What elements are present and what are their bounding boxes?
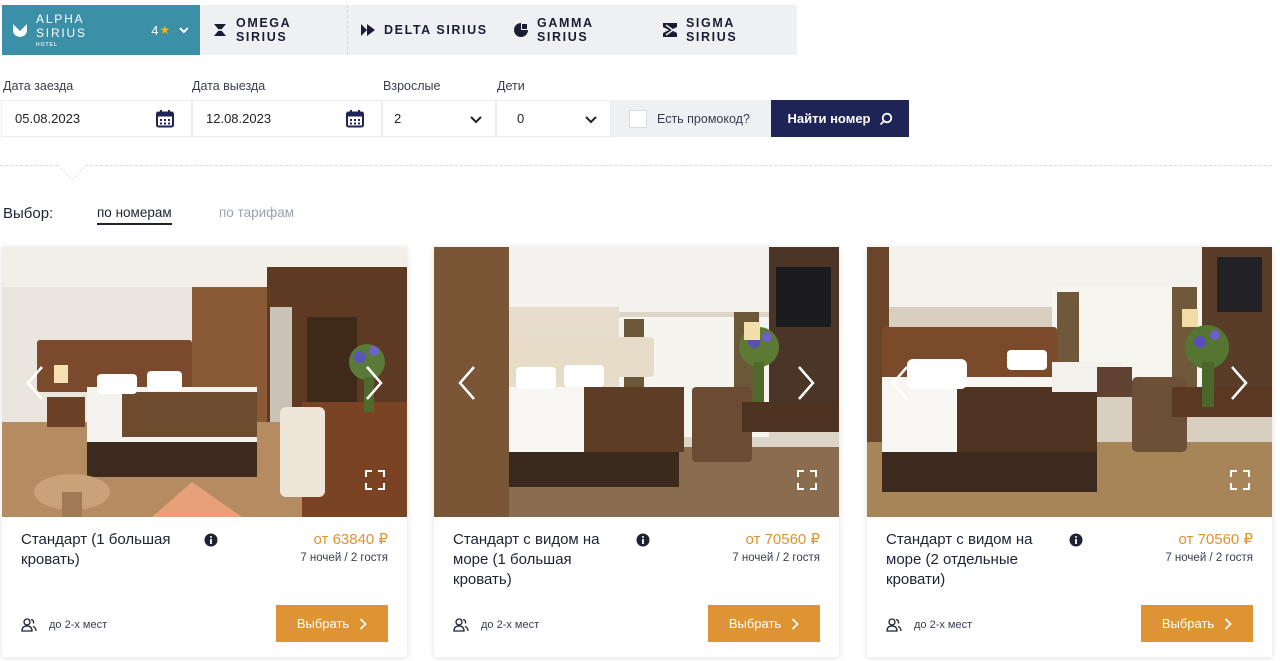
promo-checkbox-box[interactable] <box>629 109 647 128</box>
hotel-stars: 4 ★ <box>151 23 170 38</box>
room-price: от 70560 ₽ <box>1178 531 1253 548</box>
fullscreen-icon[interactable] <box>1229 469 1251 491</box>
children-select[interactable]: 0 <box>496 100 611 137</box>
checkout-label: Дата выезда <box>192 79 266 93</box>
select-label: Выбрать <box>296 616 350 631</box>
select-label: Выбрать <box>728 616 782 631</box>
room-capacity: до 2-х мест <box>886 617 972 633</box>
hotel-sub: HOTEL <box>36 42 58 48</box>
tab-label: OMEGA SIRIUS <box>236 16 291 44</box>
delta-logo-icon <box>361 24 375 36</box>
alpha-logo-icon <box>13 24 27 37</box>
chevron-right-icon <box>792 617 799 630</box>
room-title: Стандарт (1 большая кровать) <box>21 531 171 568</box>
select-room-button[interactable]: Выбрать <box>1141 605 1253 642</box>
chevron-down-icon <box>470 115 482 123</box>
divider-notch <box>58 165 86 181</box>
tab-by-rates[interactable]: по тарифам <box>219 205 294 220</box>
arrow-left-icon[interactable] <box>24 365 46 401</box>
guests-icon <box>886 618 902 632</box>
room-price: от 70560 ₽ <box>745 531 820 548</box>
gamma-logo-icon <box>514 23 528 37</box>
room-capacity: до 2-х мест <box>453 617 539 633</box>
capacity-label: до 2-х мест <box>914 619 973 631</box>
info-icon[interactable] <box>204 533 218 547</box>
tab-omega-sirius[interactable]: OMEGA SIRIUS <box>200 5 347 55</box>
room-capacity: до 2-х мест <box>21 617 107 633</box>
adults-label: Взрослые <box>383 79 441 93</box>
adults-select[interactable]: 2 <box>382 100 496 137</box>
checkin-field[interactable]: 05.08.2023 <box>1 100 192 137</box>
section-divider <box>0 165 1272 166</box>
capacity-label: до 2-х мест <box>481 619 540 631</box>
room-title: Стандарт с видом на море (1 большая кров… <box>453 531 600 588</box>
chevron-right-icon <box>1225 617 1232 630</box>
chevron-down-icon[interactable] <box>178 24 190 36</box>
select-room-button[interactable]: Выбрать <box>708 605 820 642</box>
find-room-button[interactable]: Найти номер <box>771 100 909 137</box>
arrow-right-icon[interactable] <box>795 365 817 401</box>
capacity-label: до 2-х мест <box>49 619 108 631</box>
tab-by-rooms[interactable]: по номерам <box>97 205 172 225</box>
omega-logo-icon <box>214 24 226 36</box>
room-photo[interactable] <box>867 247 1272 517</box>
arrow-left-icon[interactable] <box>889 365 911 401</box>
room-photo-image <box>2 247 407 517</box>
star-icon: ★ <box>159 23 171 37</box>
chevron-right-icon <box>360 617 367 630</box>
room-card: Стандарт с видом на море (2 отдельные кр… <box>867 247 1272 657</box>
calendar-icon[interactable] <box>345 109 365 129</box>
room-photo-image <box>867 247 1272 517</box>
tab-gamma-sirius[interactable]: GAMMA SIRIUS <box>501 5 650 55</box>
room-nights: 7 ночей / 2 гостя <box>732 552 820 564</box>
arrow-right-icon[interactable] <box>1228 365 1250 401</box>
fullscreen-icon[interactable] <box>796 469 818 491</box>
promo-checkbox[interactable]: Есть промокод? <box>611 100 771 137</box>
info-icon[interactable] <box>636 533 650 547</box>
search-icon <box>879 112 892 125</box>
find-room-label: Найти номер <box>787 111 871 126</box>
checkout-value: 12.08.2023 <box>206 111 272 126</box>
adults-value: 2 <box>394 111 402 126</box>
guests-icon <box>21 618 37 632</box>
tab-delta-sirius[interactable]: DELTA SIRIUS <box>348 5 501 55</box>
room-photo-image <box>434 247 839 517</box>
room-nights: 7 ночей / 2 гостя <box>300 552 388 564</box>
tab-alpha-sirius[interactable]: ALPHA SIRIUS HOTEL 4 ★ <box>2 5 200 55</box>
info-icon[interactable] <box>1069 533 1083 547</box>
stars-count: 4 <box>151 22 159 38</box>
select-label: Выбрать <box>1161 616 1215 631</box>
guests-icon <box>453 618 469 632</box>
room-photo[interactable] <box>434 247 839 517</box>
room-title: Стандарт с видом на море (2 отдельные кр… <box>886 531 1033 588</box>
checkout-field[interactable]: 12.08.2023 <box>192 100 382 137</box>
checkin-value: 05.08.2023 <box>15 111 81 126</box>
room-card: Стандарт (1 большая кровать) от 63840 ₽ … <box>2 247 407 657</box>
promo-label: Есть промокод? <box>657 111 750 126</box>
children-value: 0 <box>517 111 525 126</box>
select-room-button[interactable]: Выбрать <box>276 605 388 642</box>
hotel-tabs: ALPHA SIRIUS HOTEL 4 ★ OMEGA SIRIUS DELT… <box>2 5 797 55</box>
room-nights: 7 ночей / 2 гостя <box>1165 552 1253 564</box>
sigma-logo-icon <box>663 23 677 37</box>
tab-sigma-sirius[interactable]: SIGMA SIRIUS <box>650 5 797 55</box>
calendar-icon[interactable] <box>155 109 175 129</box>
tab-label: DELTA SIRIUS <box>384 23 488 37</box>
checkin-label: Дата заезда <box>3 79 74 93</box>
room-photo[interactable] <box>2 247 407 517</box>
room-card: Стандарт с видом на море (1 большая кров… <box>434 247 839 657</box>
fullscreen-icon[interactable] <box>364 469 386 491</box>
hotel-name: ALPHA SIRIUS <box>36 12 87 40</box>
selection-label: Выбор: <box>3 205 54 222</box>
room-price: от 63840 ₽ <box>313 531 388 548</box>
chevron-down-icon <box>585 115 597 123</box>
tab-label: GAMMA SIRIUS <box>537 16 594 44</box>
children-label: Дети <box>497 79 525 93</box>
tab-label: SIGMA SIRIUS <box>686 16 738 44</box>
arrow-left-icon[interactable] <box>456 365 478 401</box>
arrow-right-icon[interactable] <box>363 365 385 401</box>
